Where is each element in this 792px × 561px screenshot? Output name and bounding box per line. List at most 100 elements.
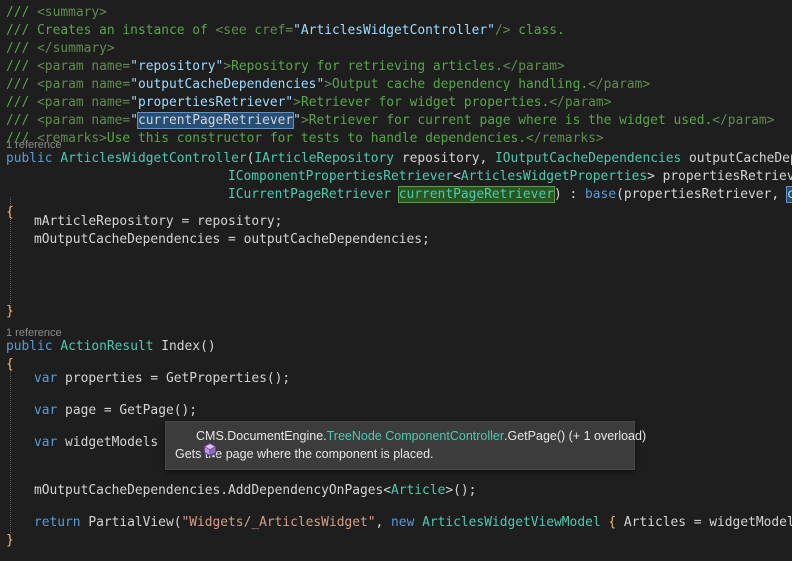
keyword-var: var	[34, 435, 58, 450]
variable-properties: properties =	[57, 371, 166, 386]
code-line-var-widgetmodels[interactable]: var widgetModels =	[0, 434, 181, 452]
code-editor[interactable]: /// <summary> /// Creates an instance of…	[0, 0, 792, 561]
param-name-outputcachedependencies: outputCacheDependencies	[689, 151, 792, 166]
generic-arg-article: Article	[391, 483, 446, 498]
doc-slash: ///	[6, 59, 38, 74]
doc-summary-tail: class.	[510, 23, 565, 38]
doc-param-description: Repository for retrieving articles.	[231, 59, 503, 74]
paren-open: (	[616, 187, 624, 202]
doc-param-description: Retriever for current page where is the …	[308, 113, 713, 128]
code-line-doc-summary-open[interactable]: /// <summary>	[0, 4, 107, 22]
tooltip-member: .GetPage() (+ 1 overload)	[504, 429, 647, 443]
doc-param-name-value: "repository"	[130, 59, 224, 74]
doc-tag-param-close: </param>	[712, 113, 775, 128]
doc-tag-param-close: </param>	[502, 59, 565, 74]
code-line-var-properties[interactable]: var properties = GetProperties();	[0, 370, 290, 388]
keyword-var: var	[34, 371, 58, 386]
call-partialview: PartialView(	[80, 515, 182, 530]
generic-close: >	[445, 483, 454, 498]
type-articleswidgetviewmodel: ArticlesWidgetViewModel	[414, 515, 601, 530]
doc-tag-param-open: <param name=	[37, 113, 131, 128]
field-moutputcachedependencies: mOutputCacheDependencies	[34, 483, 221, 498]
code-line-doc-summary-close[interactable]: /// </summary>	[0, 40, 115, 58]
doc-param-quote-open: "	[130, 113, 138, 128]
doc-remarks-text: Use this constructor for tests to handle…	[106, 131, 526, 146]
param-type-icurrentpageretriever: ICurrentPageRetriever	[228, 187, 391, 202]
call-tail: ();	[453, 483, 477, 498]
code-line-assign-outputcachedependencies[interactable]: mOutputCacheDependencies = outputCacheDe…	[0, 231, 430, 249]
doc-tag-remarks-close: </remarks>	[526, 131, 604, 146]
parens: ()	[200, 339, 216, 354]
doc-slash: ///	[6, 95, 38, 110]
keyword-return: return	[34, 515, 81, 530]
paren-close: )	[553, 187, 562, 202]
code-line-doc-param-currentpageretriever[interactable]: /// <param name="currentPageRetriever">R…	[0, 112, 774, 130]
doc-tag-gt: >	[324, 77, 332, 92]
variable-page: page =	[57, 403, 120, 418]
code-line-doc-param-repository[interactable]: /// <param name="repository">Repository …	[0, 58, 565, 76]
comma: ,	[479, 151, 495, 166]
keyword-public: public	[6, 339, 53, 354]
doc-tag-param-open: <param name=	[37, 77, 131, 92]
param-type-ioutputcachedependencies: IOutputCacheDependencies	[494, 151, 682, 166]
method-icon	[174, 428, 217, 459]
code-line-doc-remarks[interactable]: /// <remarks>Use this constructor for te…	[0, 130, 604, 148]
base-colon: :	[561, 187, 586, 202]
code-line-return-partialview[interactable]: return PartialView("Widgets/_ArticlesWid…	[0, 514, 792, 532]
code-line-assign-articlerepository[interactable]: mArticleRepository = repository;	[0, 213, 282, 231]
doc-slash: ///	[6, 41, 38, 56]
doc-tag-see-open: <see cref=	[215, 23, 294, 38]
doc-tag-param-open: <param name=	[37, 95, 131, 110]
doc-tag-summary-close: </summary>	[37, 41, 115, 56]
reference-highlight-currentpageretriever[interactable]: currentPageRetriever	[397, 186, 555, 203]
tooltip-description: Gets the page where the component is pla…	[175, 447, 434, 461]
object-initializer-props: Articles = widgetModels, Count =	[623, 515, 792, 530]
generic-close: >	[647, 169, 655, 184]
selected-text-currentpageretriever[interactable]: currentPageRetriever	[136, 112, 295, 129]
doc-tag-gt: >	[223, 59, 232, 74]
code-line-index-signature[interactable]: public ActionResult Index()	[0, 338, 216, 356]
doc-param-quote-close: "	[293, 113, 301, 128]
doc-tag-param-close: </param>	[549, 95, 612, 110]
method-adddependencyonpages: AddDependencyOnPages	[228, 483, 384, 498]
param-name-propertiesretriever: propertiesRetriever	[662, 169, 792, 184]
code-line-var-page[interactable]: var page = GetPage();	[0, 402, 197, 420]
code-line-constructor-param-properties[interactable]: IComponentPropertiesRetriever<ArticlesWi…	[0, 168, 792, 186]
tooltip-signature-row: CMS.DocumentEngine. TreeNode ComponentCon…	[174, 427, 646, 459]
code-line-doc-param-propertiesretriever[interactable]: /// <param name="propertiesRetriever">Re…	[0, 94, 611, 112]
code-line-adddependencyonpages[interactable]: mOutputCacheDependencies.AddDependencyOn…	[0, 482, 476, 500]
param-type-icomponentpropertiesretriever: IComponentPropertiesRetriever	[228, 169, 454, 184]
code-line-doc-summary-text[interactable]: /// Creates an instance of <see cref="Ar…	[0, 22, 565, 40]
doc-summary-text: Creates an instance of	[37, 23, 216, 38]
doc-tag-param-close: </param>	[588, 77, 651, 92]
doc-param-name-value: "propertiesRetriever"	[130, 95, 294, 110]
comma: ,	[375, 515, 392, 530]
doc-tag-see-close: />	[494, 23, 511, 38]
code-line-constructor-param-currentpage[interactable]: ICurrentPageRetriever currentPageRetriev…	[0, 186, 792, 204]
code-line-index-close-brace[interactable]: }	[0, 532, 14, 550]
doc-tag-gt: >	[300, 113, 309, 128]
method-name-index: Index	[161, 339, 201, 354]
doc-tag-summary-open: <summary>	[37, 5, 107, 20]
tooltip-namespace: CMS.DocumentEngine.	[196, 429, 327, 443]
code-line-doc-param-outputcachedependencies[interactable]: /// <param name="outputCacheDependencies…	[0, 76, 650, 94]
quickinfo-tooltip: CMS.DocumentEngine. TreeNode ComponentCon…	[165, 421, 646, 470]
generic-open: <	[453, 169, 461, 184]
reference-highlight-currentpage-truncated[interactable]: currentPa	[785, 186, 792, 203]
doc-param-description: Retriever for widget properties.	[300, 95, 550, 110]
code-line-constructor-signature[interactable]: public ArticlesWidgetController(IArticle…	[0, 150, 792, 168]
doc-cref-value: "ArticlesWidgetController"	[293, 23, 495, 38]
keyword-var: var	[34, 403, 58, 418]
doc-tag-gt: >	[293, 95, 301, 110]
doc-slash: ///	[6, 5, 38, 20]
constructor-name: ArticlesWidgetController	[60, 151, 247, 166]
comma: ,	[771, 187, 787, 202]
brace-close: }	[6, 533, 14, 548]
brace-close: }	[6, 304, 14, 319]
call-getpage: GetPage();	[119, 403, 197, 418]
code-line-constructor-close-brace[interactable]: }	[0, 303, 14, 321]
keyword-base: base	[585, 187, 617, 202]
doc-slash: ///	[6, 77, 38, 92]
dot: .	[220, 483, 229, 498]
doc-param-name-value: "outputCacheDependencies"	[130, 77, 325, 92]
